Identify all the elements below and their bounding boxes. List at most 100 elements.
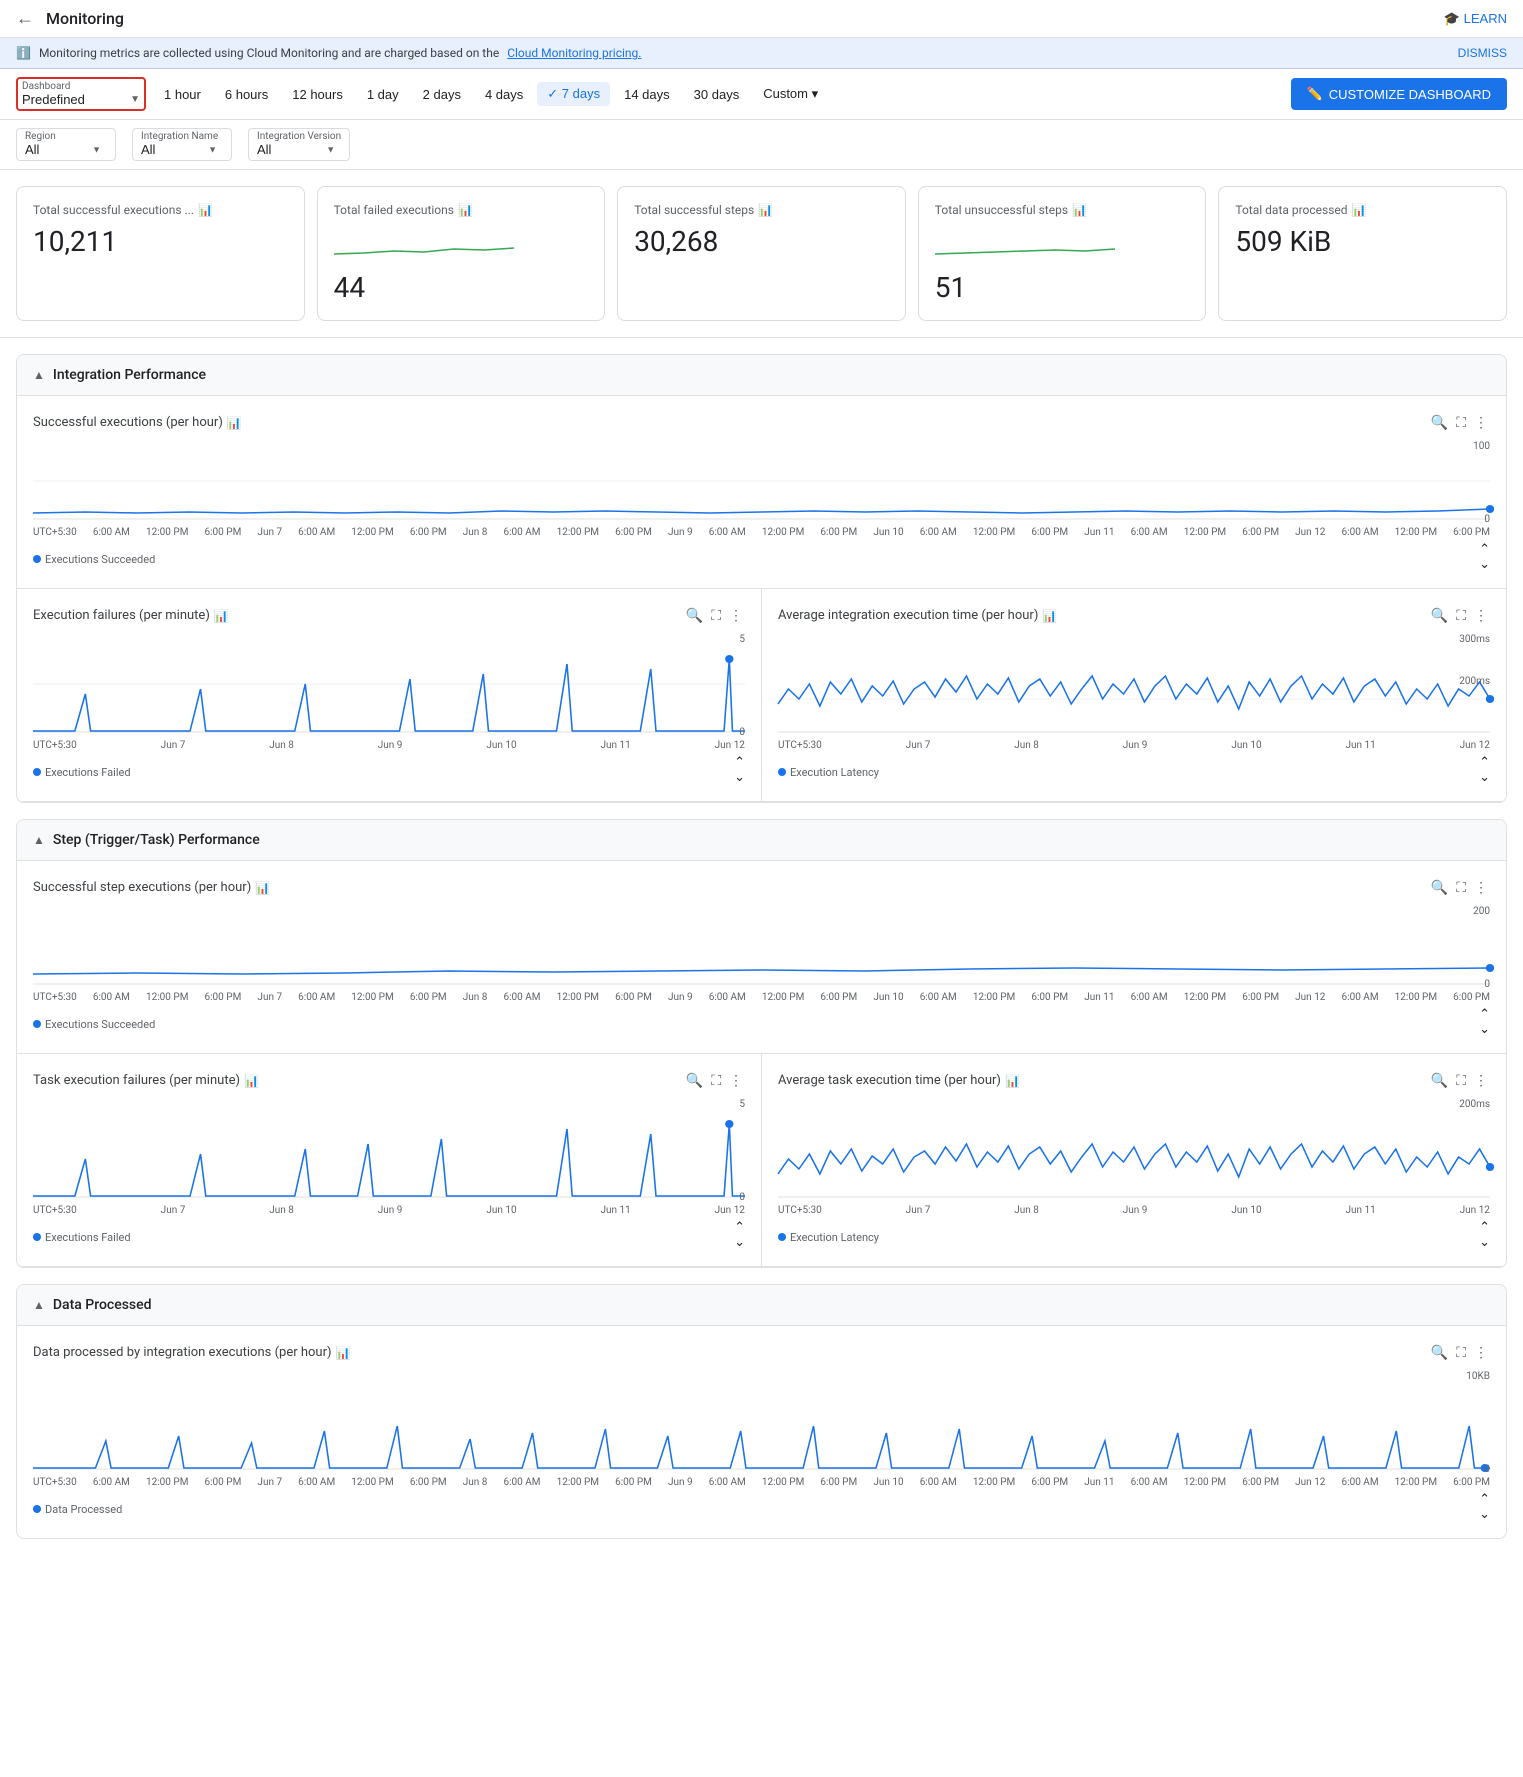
scroll-arrows-successful-exec[interactable]: ⌃ ⌄ — [1479, 542, 1490, 572]
scroll-arrows-avg-task[interactable]: ⌃ ⌄ — [1479, 1220, 1490, 1250]
x-axis-successful-step: UTC+5:306:00 AM12:00 PM6:00 PMJun 76:00 … — [33, 992, 1490, 1003]
time-btn-12hours[interactable]: 12 hours — [282, 83, 353, 106]
info-icon: ℹ️ — [16, 46, 31, 60]
chart-actions-successful-exec: 🔍 ⛶ ⋮ — [1429, 412, 1490, 433]
zoom-button-successful-exec[interactable]: 🔍 — [1429, 412, 1450, 433]
chart-header-data-processed: Data processed by integration executions… — [33, 1342, 1490, 1363]
integration-version-label: Integration Version — [257, 131, 341, 142]
collapse-icon-step: ▲ — [33, 833, 45, 847]
section-header-data[interactable]: ▲ Data Processed — [17, 1285, 1506, 1326]
more-button-avg-task[interactable]: ⋮ — [1472, 1070, 1490, 1091]
time-btn-4days[interactable]: 4 days — [475, 83, 533, 106]
scroll-down-icon-6: ⌄ — [1479, 1235, 1490, 1250]
zoom-button-exec-failures[interactable]: 🔍 — [684, 605, 705, 626]
chart-area-successful-exec: 100 0 — [33, 441, 1490, 525]
time-btn-7days[interactable]: 7 days — [537, 82, 610, 106]
legend-dot-successful-exec — [33, 555, 41, 563]
region-select[interactable]: All — [25, 142, 105, 157]
expand-button-exec-failures[interactable]: ⛶ — [709, 605, 723, 626]
time-btn-custom[interactable]: Custom ▾ — [753, 82, 828, 106]
integration-version-select[interactable]: All — [257, 142, 337, 157]
chart-svg-successful-step — [33, 906, 1490, 986]
chart-successful-step-exec: Successful step executions (per hour) 📊 … — [17, 861, 1506, 1054]
time-btn-30days[interactable]: 30 days — [684, 83, 750, 106]
cloud-monitoring-link[interactable]: Cloud Monitoring pricing. — [507, 46, 641, 60]
scroll-down-icon-7: ⌄ — [1479, 1507, 1490, 1522]
expand-button-avg-exec-time[interactable]: ⛶ — [1454, 605, 1468, 626]
dashboard-select[interactable]: Predefined — [22, 92, 85, 107]
time-btn-14days[interactable]: 14 days — [614, 83, 680, 106]
expand-button-data-processed[interactable]: ⛶ — [1454, 1342, 1468, 1363]
chart-svg-avg-task — [778, 1099, 1490, 1199]
scroll-arrows-successful-step[interactable]: ⌃ ⌄ — [1479, 1007, 1490, 1037]
more-button-avg-exec-time[interactable]: ⋮ — [1472, 605, 1490, 626]
legend-exec-failures: Executions Failed — [33, 766, 131, 779]
more-button-successful-step[interactable]: ⋮ — [1472, 877, 1490, 898]
integration-name-select[interactable]: All — [141, 142, 221, 157]
x-axis-task-failures: UTC+5:30Jun 7Jun 8Jun 9Jun 10Jun 11Jun 1… — [33, 1205, 745, 1216]
time-btn-1hour[interactable]: 1 hour — [154, 83, 211, 106]
chart-svg-data-processed — [33, 1371, 1490, 1471]
chart-title-exec-failures: Execution failures (per minute) 📊 — [33, 608, 229, 623]
scroll-arrows-data-processed[interactable]: ⌃ ⌄ — [1479, 1492, 1490, 1522]
time-btn-6hours[interactable]: 6 hours — [215, 83, 278, 106]
card-data-processed: Total data processed 📊 509 KiB — [1218, 186, 1507, 321]
y-min-exec-failures: 0 — [739, 727, 745, 738]
integration-version-filter-wrapper: Integration Version All — [248, 128, 350, 161]
chart-area-task-exec-failures: 5 0 — [33, 1099, 745, 1203]
zoom-button-avg-exec-time[interactable]: 🔍 — [1429, 605, 1450, 626]
section-header-performance[interactable]: ▲ Integration Performance — [17, 355, 1506, 396]
more-button-successful-exec[interactable]: ⋮ — [1472, 412, 1490, 433]
time-btn-2days[interactable]: 2 days — [413, 83, 471, 106]
card-value-successful-steps: 30,268 — [634, 225, 889, 258]
expand-button-avg-task[interactable]: ⛶ — [1454, 1070, 1468, 1091]
more-button-exec-failures[interactable]: ⋮ — [727, 605, 745, 626]
y-max-data-processed: 10KB — [1466, 1371, 1490, 1382]
legend-avg-task: Execution Latency — [778, 1231, 879, 1244]
zoom-button-task-failures[interactable]: 🔍 — [684, 1070, 705, 1091]
chart-info-icon-task-fail: 📊 — [244, 1074, 259, 1088]
chart-data-processed: Data processed by integration executions… — [17, 1326, 1506, 1538]
dashboard-label: Dashboard — [22, 81, 140, 92]
dismiss-button[interactable]: DISMISS — [1458, 46, 1507, 60]
card-title-successful-steps: Total successful steps 📊 — [634, 203, 889, 217]
scroll-arrows-task-failures[interactable]: ⌃ ⌄ — [734, 1220, 745, 1250]
card-value-unsuccessful-steps: 51 — [935, 271, 1190, 304]
y-max-avg-exec-time: 300ms — [1459, 634, 1490, 645]
learn-button[interactable]: 🎓 LEARN — [1443, 11, 1507, 27]
more-button-task-failures[interactable]: ⋮ — [727, 1070, 745, 1091]
scroll-arrows-avg-exec-time[interactable]: ⌃ ⌄ — [1479, 755, 1490, 785]
scroll-up-icon-5: ⌃ — [734, 1220, 745, 1235]
dashboard-select-row: Predefined ▼ — [22, 92, 140, 107]
expand-button-task-failures[interactable]: ⛶ — [709, 1070, 723, 1091]
chart-actions-task-exec-failures: 🔍 ⛶ ⋮ — [684, 1070, 745, 1091]
y-min-data-processed: 0 — [1484, 1464, 1490, 1475]
chart-title-successful-exec: Successful executions (per hour) 📊 — [33, 415, 242, 430]
zoom-button-data-processed[interactable]: 🔍 — [1429, 1342, 1450, 1363]
card-title-failed-executions: Total failed executions 📊 — [334, 203, 589, 217]
learn-icon: 🎓 — [1443, 11, 1459, 27]
section-header-step[interactable]: ▲ Step (Trigger/Task) Performance — [17, 820, 1506, 861]
more-button-data-processed[interactable]: ⋮ — [1472, 1342, 1490, 1363]
scroll-up-icon-4: ⌃ — [1479, 1007, 1490, 1022]
scroll-up-icon: ⌃ — [1479, 542, 1490, 557]
scroll-arrows-exec-failures[interactable]: ⌃ ⌄ — [734, 755, 745, 785]
scroll-up-icon-2: ⌃ — [734, 755, 745, 770]
card-value-data-processed: 509 KiB — [1235, 225, 1490, 258]
y-max-avg-task: 200ms — [1459, 1099, 1490, 1110]
time-btn-1day[interactable]: 1 day — [357, 83, 409, 106]
chart-svg-successful-exec — [33, 441, 1490, 521]
zoom-button-avg-task[interactable]: 🔍 — [1429, 1070, 1450, 1091]
x-axis-data-processed: UTC+5:306:00 AM12:00 PM6:00 PMJun 76:00 … — [33, 1477, 1490, 1488]
chart-footer-data-processed: Data Processed ⌃ ⌄ — [33, 1492, 1490, 1522]
zoom-button-successful-step[interactable]: 🔍 — [1429, 877, 1450, 898]
section-data-processed: ▲ Data Processed Data processed by integ… — [16, 1284, 1507, 1539]
expand-button-successful-step[interactable]: ⛶ — [1454, 877, 1468, 898]
expand-button-successful-exec[interactable]: ⛶ — [1454, 412, 1468, 433]
integration-name-label: Integration Name — [141, 131, 223, 142]
chart-svg-avg-exec-time — [778, 634, 1490, 734]
back-button[interactable]: ← — [16, 8, 34, 29]
chart-header-avg-task-time: Average task execution time (per hour) 📊… — [778, 1070, 1490, 1091]
chart-footer-successful-step: Executions Succeeded ⌃ ⌄ — [33, 1007, 1490, 1037]
customize-dashboard-button[interactable]: ✏️ CUSTOMIZE DASHBOARD — [1291, 78, 1507, 110]
